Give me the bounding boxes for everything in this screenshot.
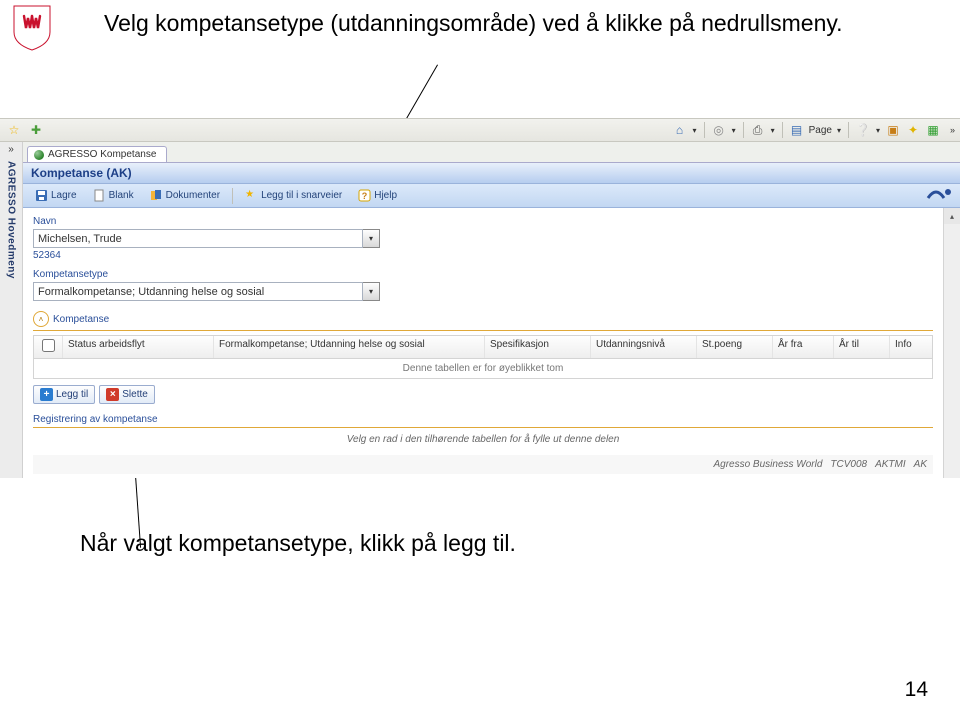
subsection-registrering: Registrering av kompetanse Velg en rad i… [33, 414, 933, 451]
field-label-kompetansetype: Kompetansetype [33, 269, 933, 280]
help-icon: ? [358, 189, 371, 202]
page-number: 14 [905, 678, 928, 702]
save-label: Lagre [51, 190, 77, 201]
delete-label: Slette [122, 389, 148, 400]
blank-button[interactable]: Blank [87, 186, 140, 205]
kompetansetype-dropdown-button[interactable]: ▾ [363, 282, 380, 301]
page-menu-label[interactable]: Page [809, 125, 832, 136]
print-icon[interactable]: ⎙ [750, 122, 766, 138]
shortcut-button[interactable]: ★ Legg til i snarveier [239, 186, 348, 205]
col-header[interactable]: Utdanningsnivå [591, 336, 697, 358]
footer-product: Agresso Business World [713, 459, 822, 470]
col-header[interactable]: St.poeng [697, 336, 773, 358]
feed-icon[interactable]: ◎ [711, 122, 727, 138]
collapse-toggle[interactable]: ˄ [33, 311, 49, 327]
navn-id: 52364 [33, 250, 933, 261]
table-header-row: Status arbeidsflyt Formalkompetanse; Utd… [34, 336, 932, 359]
page-title: Kompetanse (AK) [23, 163, 960, 184]
kompetanse-table: Status arbeidsflyt Formalkompetanse; Utd… [33, 335, 933, 379]
status-bar: Agresso Business World TCV008 AKTMI AK [33, 455, 933, 474]
section-header-kompetanse: ˄ Kompetanse [33, 311, 933, 331]
footer-code: AK [914, 459, 927, 470]
col-header[interactable]: Formalkompetanse; Utdanning helse og sos… [214, 336, 485, 358]
tab-strip: AGRESSO Kompetanse [23, 142, 960, 163]
app-screenshot: ☆ ✚ ⌂ ▾ ◎ ▾ ⎙ ▾ ▤ Page ▾ ❔ ▾ ▣ ✦ ▦ » » AGRES… [0, 118, 960, 478]
col-header[interactable]: År til [834, 336, 890, 358]
logo-shield [12, 4, 52, 52]
help-icon[interactable]: ❔ [855, 122, 871, 138]
add-icon: + [40, 388, 53, 401]
col-checkbox[interactable] [34, 336, 63, 358]
kompetansetype-input[interactable] [33, 282, 363, 301]
form-body: Navn ▾ 52364 Kompetansetype [23, 208, 943, 478]
favorite-add-icon[interactable]: ☆ [6, 122, 22, 138]
sidebar-tab[interactable]: » AGRESSO Hovedmeny [0, 142, 23, 478]
tab-favicon-icon [34, 150, 44, 160]
col-header[interactable]: Info [890, 336, 932, 358]
col-header[interactable]: Status arbeidsflyt [63, 336, 214, 358]
col-header[interactable]: Spesifikasjon [485, 336, 591, 358]
dropdown-arrow-icon[interactable]: ▾ [692, 126, 698, 135]
tab-title: AGRESSO Kompetanse [48, 149, 156, 160]
dropdown-arrow-icon[interactable]: ▾ [875, 126, 881, 135]
field-label-navn: Navn [33, 216, 933, 227]
navn-dropdown-button[interactable]: ▾ [363, 229, 380, 248]
brand-icon [926, 186, 954, 205]
save-icon [35, 189, 48, 202]
col-header[interactable]: År fra [773, 336, 834, 358]
add-button[interactable]: + Legg til [33, 385, 95, 404]
save-button[interactable]: Lagre [29, 186, 83, 205]
overflow-icon[interactable]: » [949, 125, 956, 135]
delete-icon: × [106, 388, 119, 401]
page-icon[interactable]: ▤ [789, 122, 805, 138]
table-actions: + Legg til × Slette [33, 385, 933, 404]
tool-icon[interactable]: ▦ [925, 122, 941, 138]
instruction-top: Velg kompetansetype (utdanningsområde) v… [104, 8, 843, 39]
dropdown-arrow-icon[interactable]: ▾ [770, 126, 776, 135]
navn-input[interactable] [33, 229, 363, 248]
help-label: Hjelp [374, 190, 397, 201]
documents-label: Dokumenter [166, 190, 220, 201]
instruction-bottom: Når valgt kompetansetype, klikk på legg … [80, 530, 516, 557]
app-toolbar: Lagre Blank Dokumenter ★ Le [23, 184, 960, 208]
help-button[interactable]: ? Hjelp [352, 186, 403, 205]
favorite-plus-icon[interactable]: ✚ [28, 122, 44, 138]
subsection-title: Registrering av kompetanse [33, 414, 933, 428]
tab-kompetanse[interactable]: AGRESSO Kompetanse [27, 146, 167, 162]
dropdown-arrow-icon[interactable]: ▾ [731, 126, 737, 135]
footer-code: TCV008 [830, 459, 867, 470]
section-title: Kompetanse [53, 314, 109, 325]
scrollbar[interactable]: ▴ [943, 208, 960, 478]
documents-icon [150, 189, 163, 202]
home-icon[interactable]: ⌂ [672, 122, 688, 138]
tool-icon[interactable]: ✦ [905, 122, 921, 138]
shortcut-label: Legg til i snarveier [261, 190, 342, 201]
select-all-checkbox[interactable] [42, 339, 55, 352]
blank-label: Blank [109, 190, 134, 201]
sidebar-label: AGRESSO Hovedmeny [6, 161, 17, 279]
table-empty-message: Denne tabellen er for øyeblikket tom [34, 359, 932, 378]
footer-code: AKTMI [875, 459, 906, 470]
add-label: Legg til [56, 389, 88, 400]
svg-text:?: ? [362, 191, 368, 201]
blank-icon [93, 189, 106, 202]
star-icon: ★ [245, 189, 258, 202]
documents-button[interactable]: Dokumenter [144, 186, 226, 205]
subsection-hint: Velg en rad i den tilhørende tabellen fo… [33, 428, 933, 451]
dropdown-arrow-icon[interactable]: ▾ [836, 126, 842, 135]
delete-button[interactable]: × Slette [99, 385, 155, 404]
scroll-up-icon[interactable]: ▴ [944, 208, 960, 224]
sidebar-expand-icon[interactable]: » [8, 144, 14, 155]
tool-icon[interactable]: ▣ [885, 122, 901, 138]
browser-toolbar: ☆ ✚ ⌂ ▾ ◎ ▾ ⎙ ▾ ▤ Page ▾ ❔ ▾ ▣ ✦ ▦ » [0, 118, 960, 142]
